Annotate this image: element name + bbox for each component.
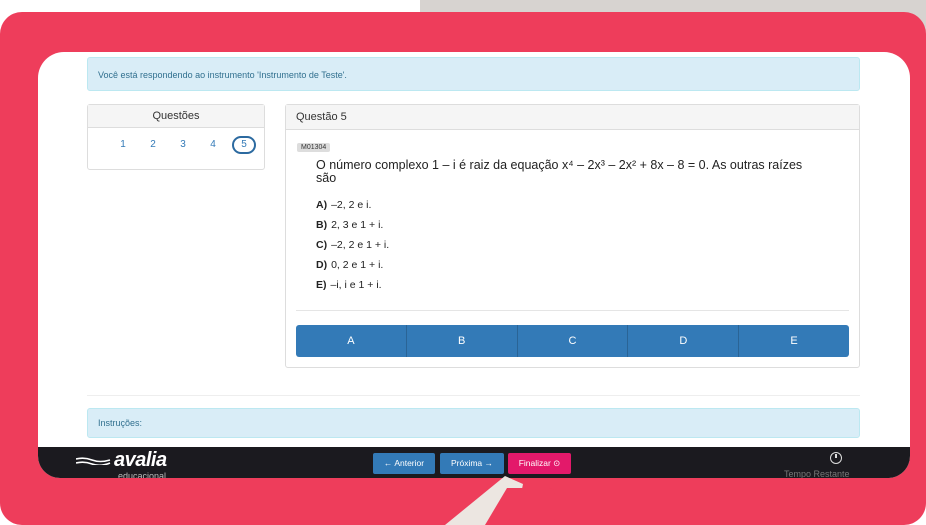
question-link-1[interactable]: 1 [108, 136, 138, 154]
option-letter: E) [316, 279, 327, 291]
option-c: C) –2, 2 e 1 + i. [316, 239, 389, 251]
time-remaining-label: Tempo Restante [784, 469, 850, 478]
answer-d-button[interactable]: D [628, 325, 740, 357]
option-letter: A) [316, 199, 328, 211]
option-text: –2, 2 e 1 + i. [331, 239, 390, 251]
logo-subtext: educacional [118, 471, 167, 478]
speech-pointer-shape [445, 476, 555, 525]
option-d: D) 0, 2 e 1 + i. [316, 259, 383, 271]
questions-panel-title: Questões [88, 105, 264, 128]
option-a: A) –2, 2 e i. [316, 199, 371, 211]
logo-text: avalia [114, 449, 167, 471]
option-text: –2, 2 e i. [331, 199, 372, 211]
questions-panel: Questões 1 2 3 4 5 [87, 104, 265, 170]
divider [87, 395, 860, 396]
instructions-box: Instruções: [87, 408, 860, 438]
instrument-notice: Você está respondendo ao instrumento 'In… [87, 57, 860, 91]
option-e: E) –i, i e 1 + i. [316, 279, 382, 291]
divider [296, 310, 849, 311]
answer-e-button[interactable]: E [739, 325, 849, 357]
question-link-5-active[interactable]: 5 [232, 136, 256, 154]
question-stem-line-2: são [316, 171, 337, 185]
option-letter: C) [316, 239, 328, 251]
avalia-logo: avalia educacional [76, 449, 167, 478]
option-letter: B) [316, 219, 328, 231]
question-link-3[interactable]: 3 [168, 136, 198, 154]
question-stem-line-1: O número complexo 1 – i é raiz da equaçã… [316, 158, 803, 172]
question-panel: Questão 5 M01304 O número complexo 1 – i… [285, 104, 860, 368]
answer-b-button[interactable]: B [407, 325, 518, 357]
clock-icon [830, 452, 842, 464]
device-frame: Você está respondendo ao instrumento 'In… [0, 12, 926, 525]
answer-c-button[interactable]: C [518, 325, 629, 357]
previous-button[interactable]: ← Anterior [373, 453, 435, 474]
question-stem: O número complexo 1 – i é raiz da equaçã… [316, 159, 846, 185]
app-screen: Você está respondendo ao instrumento 'In… [38, 52, 910, 478]
question-code-badge: M01304 [297, 143, 331, 152]
logo-wave-icon [76, 457, 111, 465]
answer-a-button[interactable]: A [296, 325, 407, 357]
option-text: 0, 2 e 1 + i. [331, 259, 384, 271]
question-number-list: 1 2 3 4 5 [88, 128, 264, 154]
option-b: B) 2, 3 e 1 + i. [316, 219, 383, 231]
question-title: Questão 5 [286, 105, 859, 130]
answer-button-group: A B C D E [296, 325, 849, 357]
option-letter: D) [316, 259, 328, 271]
question-link-4[interactable]: 4 [198, 136, 228, 154]
option-text: 2, 3 e 1 + i. [331, 219, 384, 231]
question-link-2[interactable]: 2 [138, 136, 168, 154]
option-text: –i, i e 1 + i. [330, 279, 382, 291]
